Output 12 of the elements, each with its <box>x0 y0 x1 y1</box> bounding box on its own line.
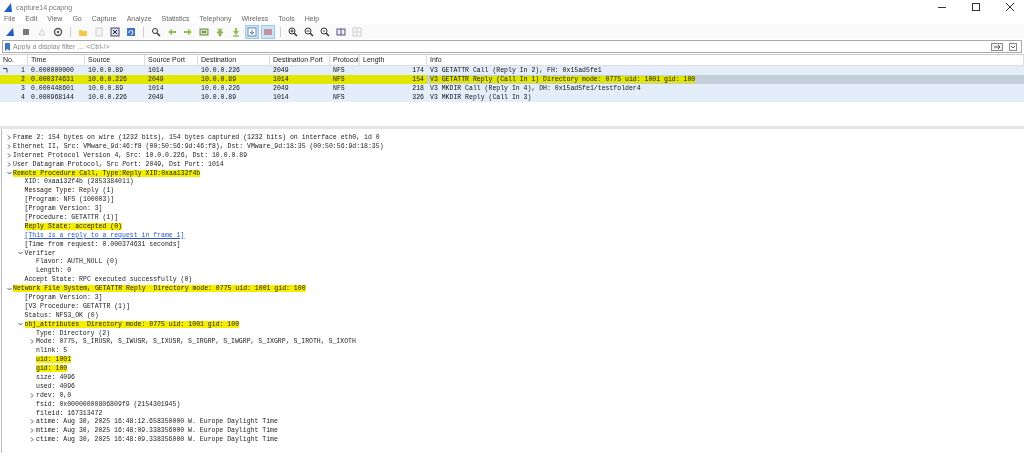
zoom-out-icon[interactable] <box>302 24 316 39</box>
maximize-icon[interactable] <box>972 3 980 11</box>
close-file-icon[interactable] <box>108 24 122 39</box>
autoscroll-icon[interactable] <box>245 24 259 39</box>
zoom-reset-icon[interactable] <box>318 24 332 39</box>
shark-fin-icon <box>4 2 12 12</box>
close-icon[interactable] <box>1006 3 1014 11</box>
bookmark-icon[interactable] <box>5 42 10 51</box>
dropdown-icon[interactable] <box>1009 42 1017 51</box>
colorize-icon[interactable] <box>261 24 275 39</box>
zoom-in-icon[interactable] <box>286 24 300 39</box>
apply-arrow-icon[interactable] <box>991 42 1003 51</box>
